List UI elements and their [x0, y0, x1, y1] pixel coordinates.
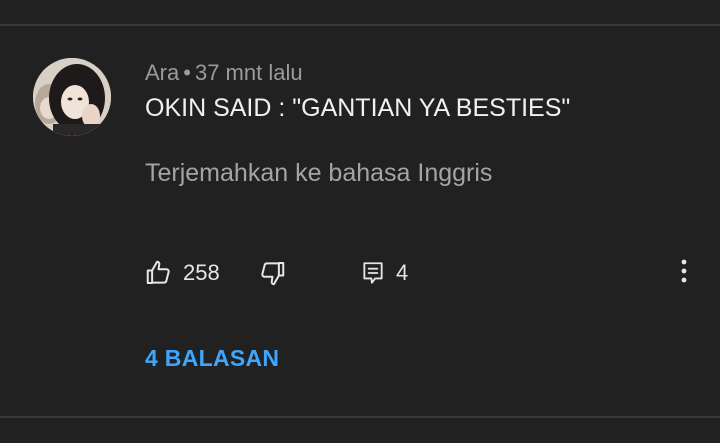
- view-replies-button[interactable]: 4 BALASAN: [145, 345, 279, 372]
- reply-button[interactable]: 4: [360, 256, 408, 290]
- comment-timestamp: 37 mnt lalu: [194, 60, 303, 85]
- more-vertical-icon: [680, 258, 688, 289]
- dislike-button[interactable]: [257, 256, 287, 290]
- bottom-divider: [0, 416, 720, 418]
- more-options-button[interactable]: [672, 256, 696, 290]
- avatar-image: [33, 58, 111, 136]
- comment-icon: [360, 260, 386, 286]
- meta-separator: •: [183, 60, 191, 85]
- comment-item: Ara • 37 mnt lalu OKIN SAID : "GANTIAN YA …: [0, 0, 720, 443]
- thumbs-down-icon: [257, 258, 287, 288]
- reply-count: 4: [396, 260, 409, 285]
- avatar[interactable]: [33, 58, 111, 136]
- comment-meta: Ara • 37 mnt lalu: [145, 60, 303, 86]
- like-button[interactable]: 258: [144, 256, 220, 290]
- comment-text: OKIN SAID : "GANTIAN YA BESTIES": [145, 94, 571, 122]
- like-count: 258: [183, 260, 220, 285]
- translate-link[interactable]: Terjemahkan ke bahasa Inggris: [145, 159, 492, 188]
- thumbs-up-icon: [144, 258, 174, 288]
- author-name[interactable]: Ara: [145, 60, 179, 85]
